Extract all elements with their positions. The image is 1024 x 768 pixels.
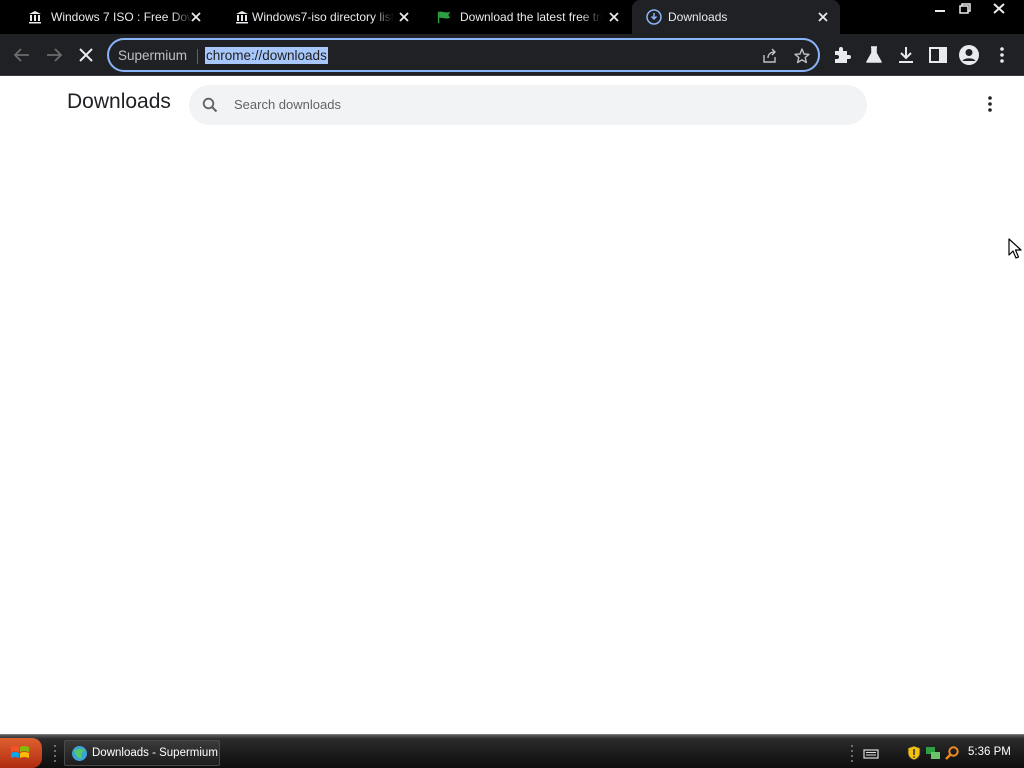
forward-button[interactable] xyxy=(42,43,66,67)
browser-menu-icon[interactable] xyxy=(990,43,1014,67)
taskbar-grip xyxy=(54,745,56,762)
green-flag-icon xyxy=(437,11,451,24)
clock[interactable]: 5:36 PM xyxy=(968,746,1011,758)
tab-windows7-iso[interactable]: Windows 7 ISO : Free Downl xyxy=(8,0,213,34)
side-panel-icon[interactable] xyxy=(926,43,950,67)
search-tray-icon[interactable] xyxy=(944,745,960,761)
close-icon[interactable] xyxy=(187,8,205,26)
omnibox-divider xyxy=(197,49,198,64)
labs-flask-icon[interactable] xyxy=(862,43,886,67)
tab-download-trial[interactable]: Download the latest free trial xyxy=(423,0,631,34)
site-label: Supermium xyxy=(118,48,188,63)
search-input[interactable]: Search downloads xyxy=(189,85,867,125)
network-icon[interactable] xyxy=(925,745,941,761)
tab-title: Windows7-iso directory listing xyxy=(252,10,394,24)
windows-logo-icon xyxy=(11,746,29,758)
page-title: Downloads xyxy=(67,90,171,113)
tab-downloads[interactable]: Downloads xyxy=(632,0,840,34)
address-bar[interactable]: Supermium chrome://downloads xyxy=(107,38,820,72)
close-icon[interactable] xyxy=(605,8,623,26)
restore-button[interactable] xyxy=(952,0,976,17)
download-icon[interactable] xyxy=(894,43,918,67)
window-close-button[interactable] xyxy=(985,0,1013,17)
tab-title: Download the latest free trial xyxy=(460,10,602,24)
profile-avatar-icon[interactable] xyxy=(957,43,981,67)
tab-title: Downloads xyxy=(668,10,728,24)
security-shield-icon[interactable] xyxy=(906,745,922,761)
archive-icon xyxy=(236,11,248,24)
close-icon[interactable] xyxy=(395,8,413,26)
archive-icon xyxy=(29,11,41,24)
close-icon[interactable] xyxy=(814,8,832,26)
browser-toolbar: Supermium chrome://downloads xyxy=(0,34,1024,76)
search-icon xyxy=(202,97,218,113)
tab-windows7-iso-directory[interactable]: Windows7-iso directory listing xyxy=(215,0,421,34)
search-placeholder: Search downloads xyxy=(234,97,341,112)
taskbar: Downloads - Supermium 5:36 PM xyxy=(0,734,1024,768)
minimize-button[interactable] xyxy=(928,0,952,17)
tray-grip xyxy=(851,745,853,762)
stop-loading-button[interactable] xyxy=(74,43,98,67)
taskbar-item-downloads-supermium[interactable]: Downloads - Supermium xyxy=(64,740,220,766)
share-icon[interactable] xyxy=(761,47,779,65)
start-button[interactable] xyxy=(0,738,42,768)
url-text[interactable]: chrome://downloads xyxy=(205,47,328,64)
downloads-page: Downloads Search downloads xyxy=(0,77,1024,734)
download-icon xyxy=(646,9,662,25)
more-actions-icon[interactable] xyxy=(979,93,1001,115)
mouse-cursor-icon xyxy=(1008,238,1022,259)
tab-strip: Windows 7 ISO : Free Downl Windows7-iso … xyxy=(0,0,1024,34)
bookmark-star-icon[interactable] xyxy=(793,47,811,65)
supermium-app-icon xyxy=(72,746,87,761)
keyboard-icon[interactable] xyxy=(863,745,879,761)
extensions-puzzle-icon[interactable] xyxy=(830,43,854,67)
back-button[interactable] xyxy=(10,43,34,67)
taskbar-item-label: Downloads - Supermium xyxy=(92,747,218,759)
tab-title: Windows 7 ISO : Free Downl xyxy=(51,10,193,24)
